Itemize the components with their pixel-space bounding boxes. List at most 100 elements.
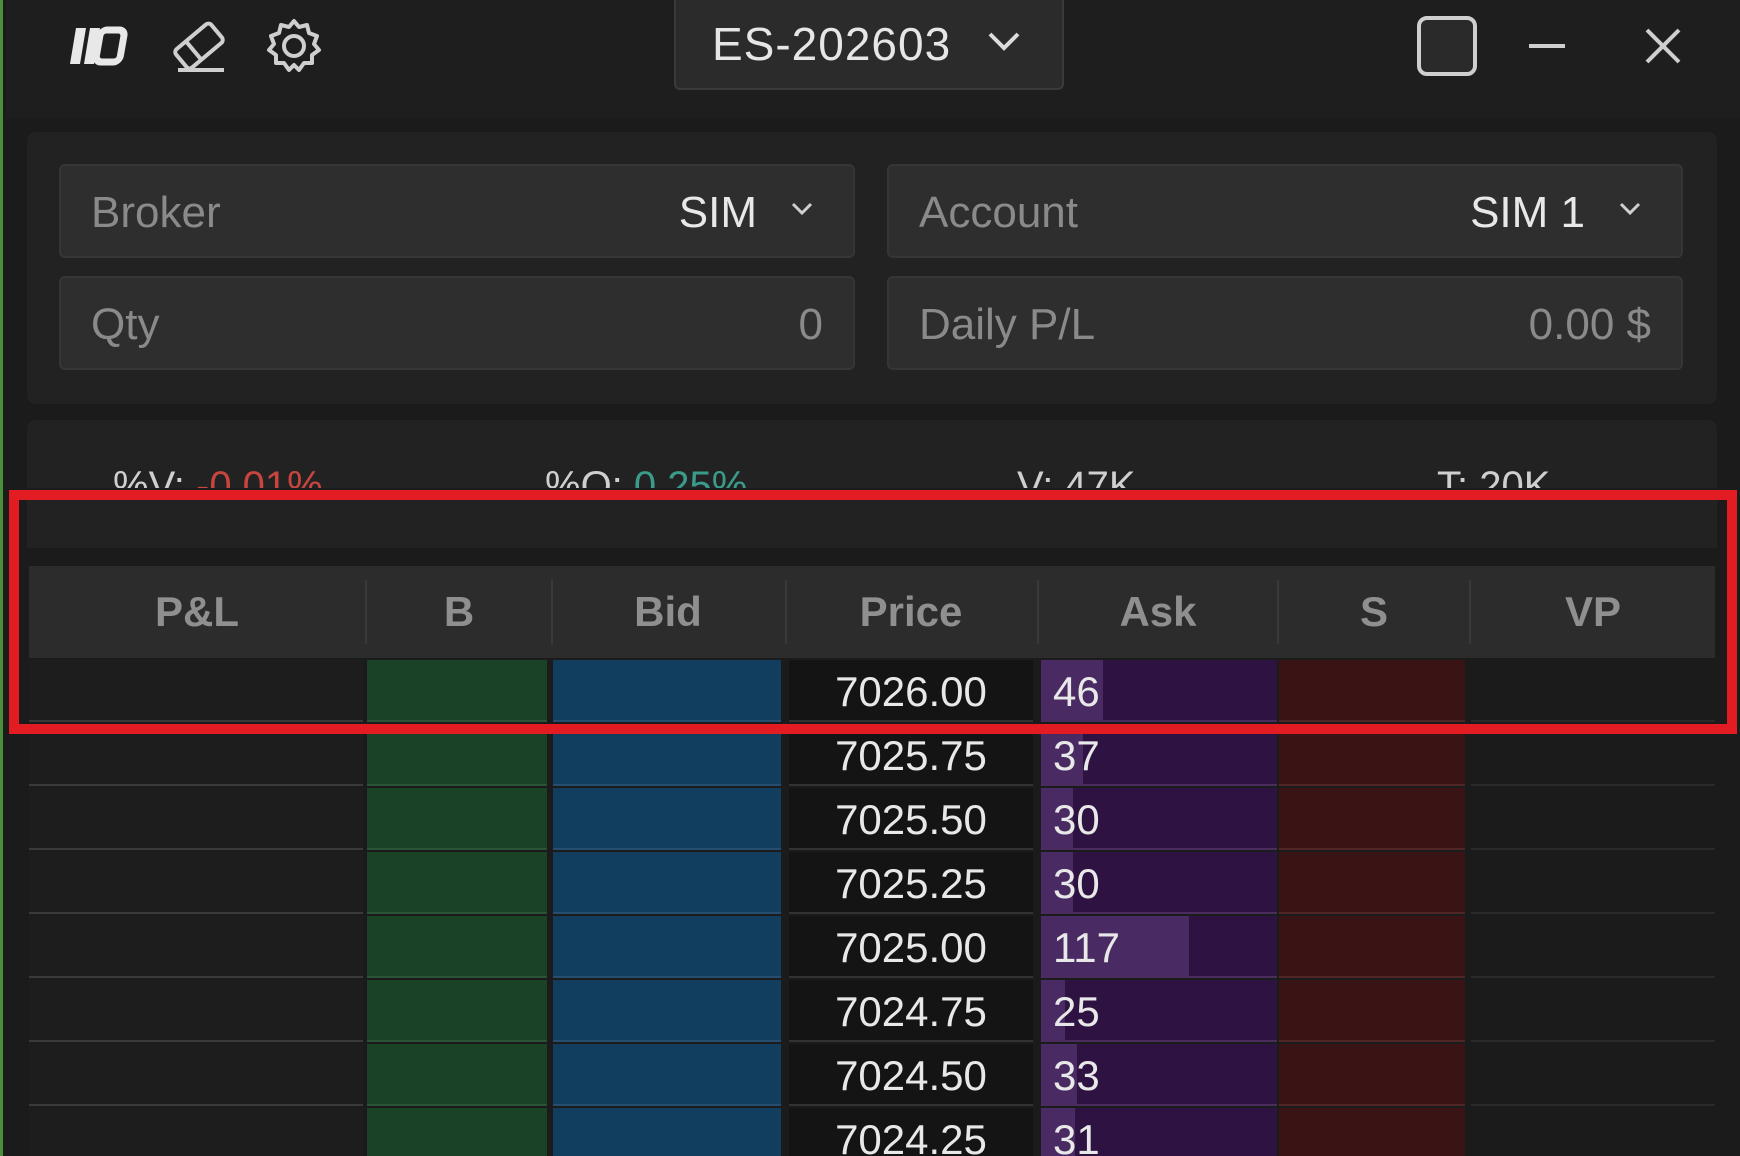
pnl-cell xyxy=(29,724,363,786)
price-cell: 7026.00 xyxy=(789,660,1033,722)
ladder-row: 7024.75 25 xyxy=(29,980,1715,1042)
volume-profile-cell xyxy=(1471,916,1715,978)
stats-strip xyxy=(27,500,1717,548)
sell-cell[interactable] xyxy=(1279,660,1465,722)
buy-cell[interactable] xyxy=(367,660,547,722)
ask-cell[interactable]: 31 xyxy=(1041,1108,1277,1156)
buy-cell[interactable] xyxy=(367,980,547,1042)
ask-size: 31 xyxy=(1053,1116,1100,1156)
symbol-selector[interactable]: ES-202603 xyxy=(674,0,1064,90)
title-bar: ES-202603 xyxy=(6,0,1740,118)
dom-trader-window: ES-202603 Broker SIM Account SIM 1 Qty 0… xyxy=(0,0,1740,1156)
ask-cell[interactable]: 25 xyxy=(1041,980,1277,1042)
chevron-down-icon xyxy=(791,202,813,221)
maximize-icon[interactable] xyxy=(1412,14,1482,78)
sell-cell[interactable] xyxy=(1279,852,1465,914)
ladder-row: 7024.50 33 xyxy=(29,1044,1715,1106)
account-panel: Broker SIM Account SIM 1 Qty 0 Daily P/L… xyxy=(27,132,1717,404)
ask-size: 25 xyxy=(1053,988,1100,1035)
gear-icon[interactable] xyxy=(262,14,326,78)
daily-pl-field: Daily P/L 0.00 $ xyxy=(887,276,1683,370)
account-label: Account xyxy=(919,188,1078,237)
price-cell: 7025.50 xyxy=(789,788,1033,850)
price-ladder: 7026.00 46 7025.75 37 7025.50 30 7025.25… xyxy=(29,660,1715,1156)
ask-cell[interactable]: 117 xyxy=(1041,916,1277,978)
buy-cell[interactable] xyxy=(367,724,547,786)
bid-cell[interactable] xyxy=(553,1108,781,1156)
bid-cell[interactable] xyxy=(553,724,781,786)
volume-profile-cell xyxy=(1471,660,1715,722)
symbol-text: ES-202603 xyxy=(712,18,952,70)
ladder-row: 7025.75 37 xyxy=(29,724,1715,786)
price-cell: 7025.25 xyxy=(789,852,1033,914)
volume-profile-cell xyxy=(1471,724,1715,786)
volume-profile-cell xyxy=(1471,788,1715,850)
sell-cell[interactable] xyxy=(1279,724,1465,786)
header-buy[interactable]: B xyxy=(367,566,551,658)
pnl-cell xyxy=(29,660,363,722)
ask-cell[interactable]: 30 xyxy=(1041,788,1277,850)
header-bid[interactable]: Bid xyxy=(553,566,783,658)
ladder-header: P&L B Bid Price Ask S VP xyxy=(29,566,1715,658)
qty-label: Qty xyxy=(91,300,160,349)
volume-profile-cell xyxy=(1471,1044,1715,1106)
buy-cell[interactable] xyxy=(367,1108,547,1156)
daily-pl-label: Daily P/L xyxy=(919,300,1096,349)
qty-field[interactable]: Qty 0 xyxy=(59,276,855,370)
account-value: SIM 1 xyxy=(1470,188,1585,237)
logo-icon[interactable] xyxy=(64,14,136,78)
sell-cell[interactable] xyxy=(1279,916,1465,978)
bid-cell[interactable] xyxy=(553,788,781,850)
ask-cell[interactable]: 37 xyxy=(1041,724,1277,786)
pnl-cell xyxy=(29,1044,363,1106)
header-sell[interactable]: S xyxy=(1279,566,1469,658)
ask-cell[interactable]: 30 xyxy=(1041,852,1277,914)
account-select[interactable]: Account SIM 1 xyxy=(887,164,1683,258)
buy-cell[interactable] xyxy=(367,916,547,978)
price-cell: 7025.75 xyxy=(789,724,1033,786)
header-volume-profile[interactable]: VP xyxy=(1471,566,1715,658)
header-ask[interactable]: Ask xyxy=(1039,566,1277,658)
broker-label: Broker xyxy=(91,188,221,237)
ask-cell[interactable]: 46 xyxy=(1041,660,1277,722)
header-pnl[interactable]: P&L xyxy=(29,566,365,658)
daily-pl-value: 0.00 $ xyxy=(1528,300,1651,349)
chevron-down-icon xyxy=(986,30,1022,57)
ladder-row: 7026.00 46 xyxy=(29,660,1715,722)
volume-profile-cell xyxy=(1471,980,1715,1042)
pnl-cell xyxy=(29,980,363,1042)
bid-cell[interactable] xyxy=(553,1044,781,1106)
close-icon[interactable] xyxy=(1638,14,1688,78)
broker-select[interactable]: Broker SIM xyxy=(59,164,855,258)
ask-size: 37 xyxy=(1053,732,1100,779)
pnl-cell xyxy=(29,788,363,850)
chevron-down-icon xyxy=(1619,202,1641,221)
volume-profile-cell xyxy=(1471,852,1715,914)
buy-cell[interactable] xyxy=(367,852,547,914)
bid-cell[interactable] xyxy=(553,852,781,914)
ask-size: 117 xyxy=(1053,924,1120,971)
eraser-icon[interactable] xyxy=(166,14,232,78)
price-cell: 7024.25 xyxy=(789,1108,1033,1156)
pnl-cell xyxy=(29,916,363,978)
ask-size: 30 xyxy=(1053,860,1100,907)
buy-cell[interactable] xyxy=(367,1044,547,1106)
sell-cell[interactable] xyxy=(1279,980,1465,1042)
price-cell: 7024.75 xyxy=(789,980,1033,1042)
ladder-row: 7025.50 30 xyxy=(29,788,1715,850)
buy-cell[interactable] xyxy=(367,788,547,850)
minimize-icon[interactable] xyxy=(1522,14,1572,78)
ask-size: 33 xyxy=(1053,1052,1100,1099)
sell-cell[interactable] xyxy=(1279,788,1465,850)
price-cell: 7025.00 xyxy=(789,916,1033,978)
bid-cell[interactable] xyxy=(553,916,781,978)
ask-cell[interactable]: 33 xyxy=(1041,1044,1277,1106)
sell-cell[interactable] xyxy=(1279,1108,1465,1156)
broker-value: SIM xyxy=(678,188,757,237)
volume-profile-cell xyxy=(1471,1108,1715,1156)
header-price[interactable]: Price xyxy=(787,566,1035,658)
bid-cell[interactable] xyxy=(553,980,781,1042)
sell-cell[interactable] xyxy=(1279,1044,1465,1106)
qty-value: 0 xyxy=(798,300,823,349)
bid-cell[interactable] xyxy=(553,660,781,722)
